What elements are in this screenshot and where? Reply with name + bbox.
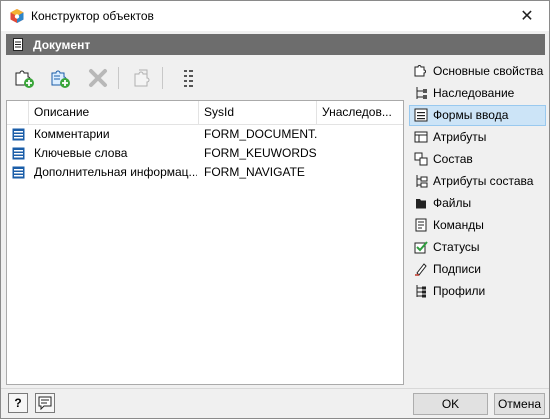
close-icon: ✕	[520, 8, 534, 25]
toolbar-separator	[118, 67, 119, 89]
order-icon	[184, 70, 193, 87]
nav-item-signatures[interactable]: Подписи	[409, 259, 546, 280]
add-linked-icon	[51, 70, 70, 88]
delete-button[interactable]	[86, 65, 110, 91]
commands-icon	[415, 218, 427, 232]
column-header-sysid[interactable]: SysId	[199, 101, 317, 124]
nav-item-profiles[interactable]: Профили	[409, 281, 546, 302]
nav-item-label: Команды	[433, 218, 484, 232]
close-button[interactable]: ✕	[505, 1, 549, 31]
nav-item-label: Наследование	[433, 86, 515, 100]
row-description: Ключевые слова	[34, 146, 128, 160]
column-header-icon	[7, 101, 29, 124]
window-title: Конструктор объектов	[31, 9, 154, 23]
nav-item-label: Подписи	[433, 262, 481, 276]
input-forms-icon	[414, 108, 428, 122]
nav-item-files[interactable]: Файлы	[409, 193, 546, 214]
app-logo-icon	[10, 9, 24, 23]
table-row[interactable]: Комментарии FORM_DOCUMENT...	[7, 125, 403, 144]
copy-icon	[134, 69, 150, 87]
delete-icon	[89, 69, 107, 87]
comment-button[interactable]	[35, 393, 55, 413]
nav-item-commands[interactable]: Команды	[409, 215, 546, 236]
nav-item-attributes[interactable]: Атрибуты	[409, 127, 546, 148]
ok-button[interactable]: OK	[413, 393, 488, 415]
table-row[interactable]: Дополнительная информац... FORM_NAVIGATE	[7, 163, 403, 182]
order-button[interactable]	[176, 65, 200, 91]
profiles-icon	[416, 285, 426, 298]
add-icon	[15, 70, 34, 88]
dialog-window: Конструктор объектов ✕ Документ Описание…	[0, 0, 550, 419]
composition-icon	[414, 152, 428, 166]
form-icon	[12, 128, 25, 141]
section-header: Документ	[6, 34, 545, 55]
attributes-icon	[414, 131, 428, 143]
toolbar	[6, 63, 400, 93]
nav-item-label: Файлы	[433, 196, 472, 210]
copy-button[interactable]	[130, 65, 154, 91]
nav-item-composition[interactable]: Состав	[409, 149, 546, 170]
nav-item-composition-attributes[interactable]: Атрибуты состава	[409, 171, 546, 192]
nav-item-label: Статусы	[433, 240, 480, 254]
column-header-inherited[interactable]: Унаследов...	[317, 101, 403, 124]
row-description: Дополнительная информац...	[34, 165, 197, 179]
table-header: Описание SysId Унаследов...	[7, 101, 403, 125]
add-linked-button[interactable]	[48, 65, 72, 91]
row-sysid: FORM_NAVIGATE	[204, 165, 305, 179]
nav-item-label: Атрибуты состава	[433, 174, 534, 188]
nav-item-label: Основные свойства	[433, 64, 544, 78]
nav-item-label: Формы ввода	[433, 108, 509, 122]
nav-item-label: Профили	[433, 284, 486, 298]
toolbar-separator	[162, 67, 163, 89]
properties-icon	[414, 65, 426, 77]
nav-item-inheritance[interactable]: Наследование	[409, 83, 546, 104]
composition-attributes-icon	[416, 175, 428, 188]
footer-divider	[1, 388, 549, 389]
statuses-icon	[414, 241, 428, 254]
forms-table: Описание SysId Унаследов... Комментарии …	[6, 100, 404, 385]
nav-item-input-forms[interactable]: Формы ввода	[409, 105, 546, 126]
row-description: Комментарии	[34, 127, 110, 141]
table-row[interactable]: Ключевые слова FORM_KEUWORDS	[7, 144, 403, 163]
nav-item-statuses[interactable]: Статусы	[409, 237, 546, 258]
signatures-icon	[415, 263, 427, 276]
document-icon	[13, 38, 23, 51]
help-icon: ?	[14, 396, 22, 410]
nav-item-label: Атрибуты	[433, 130, 487, 144]
files-icon	[416, 199, 426, 209]
nav-item-main-properties[interactable]: Основные свойства	[409, 61, 546, 82]
column-header-description[interactable]: Описание	[29, 101, 199, 124]
title-bar: Конструктор объектов ✕	[1, 1, 549, 31]
comment-icon	[38, 396, 52, 410]
section-title: Документ	[33, 38, 91, 52]
nav-item-label: Состав	[433, 152, 473, 166]
help-button[interactable]: ?	[8, 393, 28, 413]
row-sysid: FORM_DOCUMENT...	[204, 127, 317, 141]
inheritance-icon	[416, 87, 427, 99]
cancel-button[interactable]: Отмена	[494, 393, 545, 415]
form-icon	[12, 147, 25, 160]
add-button[interactable]	[12, 65, 36, 91]
row-sysid: FORM_KEUWORDS	[204, 146, 317, 160]
form-icon	[12, 166, 25, 179]
